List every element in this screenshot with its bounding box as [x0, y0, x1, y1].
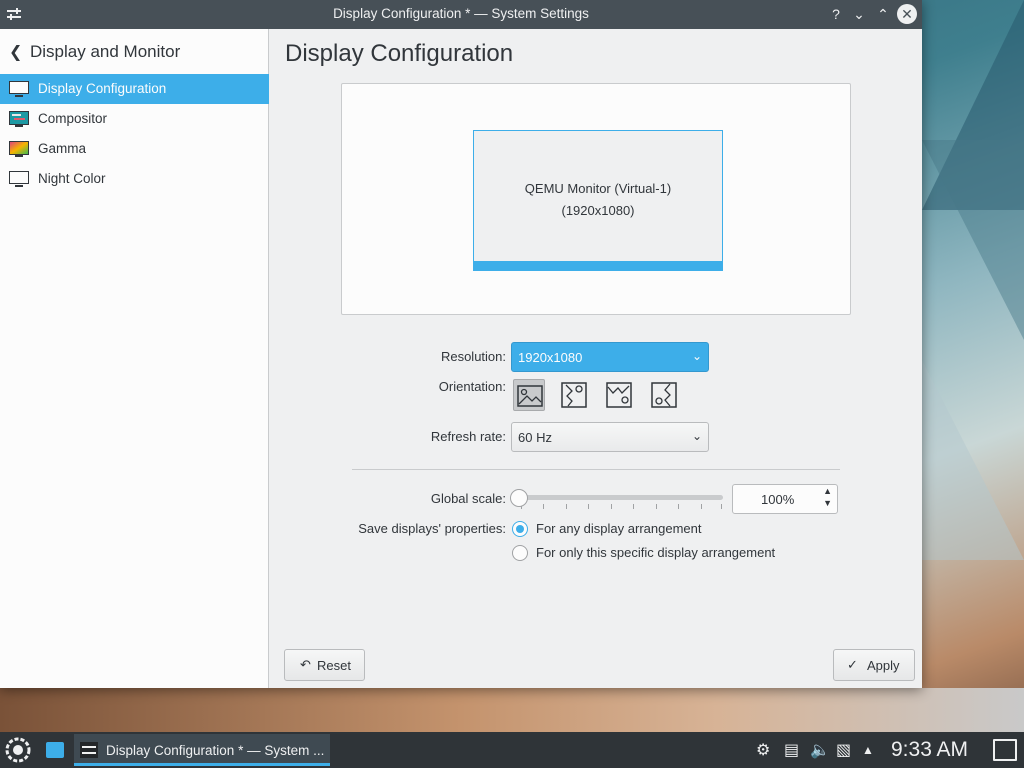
volume-muted-icon[interactable]: 🔈 [810, 740, 830, 760]
monitor-resolution: (1920x1080) [561, 203, 635, 218]
sidebar-item-label: Gamma [38, 141, 87, 156]
application-launcher-icon[interactable] [4, 736, 32, 764]
taskbar: Display Configuration * — System ... ⚙ ▤… [0, 732, 1024, 768]
wallpaper-shape [0, 688, 1024, 732]
wallpaper-shape [922, 140, 1024, 340]
orientation-rotate-left-button[interactable] [558, 379, 590, 411]
file-manager-icon[interactable] [46, 742, 64, 758]
clipboard-icon[interactable]: ▤ [784, 740, 799, 760]
refresh-rate-label: Refresh rate: [430, 429, 506, 444]
sidebar-item-night-color[interactable]: Night Color [0, 164, 269, 194]
monitor-icon [9, 81, 29, 97]
global-scale-slider[interactable] [515, 495, 723, 500]
landscape-image-icon [517, 385, 543, 407]
help-button[interactable]: ? [826, 4, 846, 24]
expand-tray-icon[interactable]: ▲ [862, 743, 874, 757]
slider-tick [633, 504, 634, 509]
clock[interactable]: 9:33 AM [891, 738, 968, 762]
flipped-image-icon [606, 382, 632, 408]
slider-tick [701, 504, 702, 509]
apply-button[interactable]: ✓ Apply [833, 649, 915, 681]
window-titlebar[interactable]: Display Configuration * — System Setting… [0, 0, 922, 29]
orientation-flipped-button[interactable] [603, 379, 635, 411]
orientation-landscape-button[interactable] [513, 379, 545, 411]
main-panel: Display Configuration QEMU Monitor (Virt… [270, 29, 922, 688]
rotate-right-image-icon [651, 382, 677, 408]
display-arrangement-preview: QEMU Monitor (Virtual-1) (1920x1080) [341, 83, 851, 315]
resolution-combobox[interactable]: 1920x1080 ⌄ [511, 342, 709, 372]
compositor-icon [9, 111, 29, 127]
slider-tick [656, 504, 657, 509]
night-color-icon [9, 171, 29, 187]
slider-tick [611, 504, 612, 509]
resolution-value: 1920x1080 [518, 350, 583, 365]
chevron-down-icon: ⌄ [691, 429, 702, 443]
slider-tick [721, 504, 722, 509]
reset-button-label: Reset [317, 658, 351, 673]
separator [352, 469, 840, 470]
monitor-name: QEMU Monitor (Virtual-1) [524, 181, 672, 196]
close-button[interactable]: ✕ [897, 4, 917, 24]
back-to-display-and-monitor[interactable]: ❮ Display and Monitor [0, 40, 269, 64]
taskbar-task-label: Display Configuration * — System ... [106, 743, 325, 758]
save-specific-arrangement-radio[interactable] [512, 545, 528, 561]
refresh-rate-value: 60 Hz [518, 430, 552, 445]
sidebar-item-gamma[interactable]: Gamma [0, 134, 269, 164]
window-title: Display Configuration * — System Setting… [333, 6, 589, 21]
taskbar-task-system-settings[interactable]: Display Configuration * — System ... [74, 734, 330, 766]
sidebar-header-label: Display and Monitor [30, 42, 181, 61]
slider-tick [566, 504, 567, 509]
system-settings-window: Display Configuration * — System Setting… [0, 0, 922, 688]
maximize-button[interactable]: ⌃ [873, 4, 893, 24]
gamma-icon [9, 141, 29, 157]
sidebar-item-label: Compositor [38, 111, 108, 126]
chevron-down-icon: ⌄ [691, 349, 702, 363]
rotate-left-image-icon [561, 382, 587, 408]
orientation-rotate-right-button[interactable] [648, 379, 680, 411]
sidebar-item-compositor[interactable]: Compositor [0, 104, 269, 134]
save-properties-label: Save displays' properties: [358, 521, 506, 536]
network-activity-icon[interactable]: ⚙ [756, 740, 770, 760]
spin-up-icon[interactable]: ▲ [823, 486, 832, 496]
chevron-left-icon[interactable]: ❮ [9, 42, 22, 62]
undo-icon: ↶ [300, 657, 311, 672]
slider-tick [588, 504, 589, 509]
global-scale-spinbox[interactable]: 100% ▲ ▼ [732, 484, 838, 514]
sidebar-item-display-configuration[interactable]: Display Configuration [0, 74, 269, 104]
monitor-preview[interactable]: QEMU Monitor (Virtual-1) (1920x1080) [473, 130, 723, 271]
refresh-rate-combobox[interactable]: 60 Hz ⌄ [511, 422, 709, 452]
save-specific-arrangement-label[interactable]: For only this specific display arrangeme… [536, 545, 775, 560]
resolution-label: Resolution: [440, 349, 506, 364]
slider-tick [543, 504, 544, 509]
global-scale-label: Global scale: [430, 491, 506, 506]
save-any-arrangement-label[interactable]: For any display arrangement [536, 521, 701, 536]
sidebar-item-label: Display Configuration [38, 81, 167, 96]
page-title: Display Configuration [285, 40, 514, 67]
global-scale-slider-handle[interactable] [510, 489, 528, 507]
slider-tick [678, 504, 679, 509]
sidebar: ❮ Display and Monitor Display Configurat… [0, 29, 269, 688]
reset-button[interactable]: ↶ Reset [284, 649, 365, 681]
wallpaper-shape [922, 360, 1024, 560]
network-wired-icon[interactable]: ▧ [836, 740, 851, 760]
monitor-selection-bar [474, 261, 722, 270]
minimize-button[interactable]: ⌄ [849, 4, 869, 24]
show-desktop-button[interactable] [993, 739, 1017, 761]
global-scale-value: 100% [761, 492, 795, 507]
orientation-label: Orientation: [438, 379, 506, 394]
checkmark-icon: ✓ [847, 657, 858, 672]
system-settings-task-icon [80, 742, 98, 758]
apply-button-label: Apply [867, 658, 900, 673]
spin-down-icon[interactable]: ▼ [823, 498, 832, 508]
sidebar-item-label: Night Color [38, 171, 106, 186]
save-any-arrangement-radio[interactable] [512, 521, 528, 537]
